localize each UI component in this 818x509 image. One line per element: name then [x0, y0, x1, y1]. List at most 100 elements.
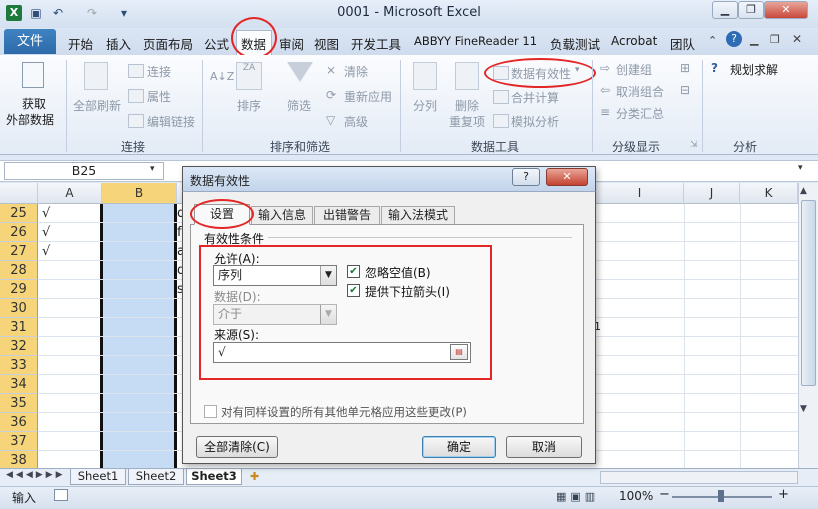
cell-a[interactable] — [38, 337, 102, 356]
row-header[interactable]: 32 — [0, 337, 38, 356]
column-header-i[interactable]: I — [596, 183, 684, 204]
row-header[interactable]: 27 — [0, 242, 38, 261]
row-header[interactable]: 31 — [0, 318, 38, 337]
dialog-help-button[interactable]: ? — [512, 168, 540, 186]
row-header[interactable]: 37 — [0, 432, 38, 451]
cell-a[interactable]: √ — [38, 242, 102, 261]
cancel-button[interactable]: 取消 — [506, 436, 582, 458]
row-header[interactable]: 25 — [0, 204, 38, 223]
solver-button[interactable]: 规划求解 — [730, 61, 778, 78]
ok-button[interactable]: 确定 — [422, 436, 496, 458]
ungroup-button[interactable]: 取消组合 — [616, 83, 664, 100]
cell-a[interactable] — [38, 394, 102, 413]
zoom-slider-thumb[interactable] — [718, 490, 724, 502]
tab-team[interactable]: 团队 — [670, 34, 695, 53]
sort-az-icon[interactable]: A↓Z — [210, 70, 234, 83]
column-header-a[interactable]: A — [38, 183, 102, 204]
row-header[interactable]: 29 — [0, 280, 38, 299]
sheet-tab-1[interactable]: Sheet1 — [70, 469, 126, 485]
row-header[interactable]: 33 — [0, 356, 38, 375]
tab-acrobat[interactable]: Acrobat — [611, 34, 657, 48]
tab-developer[interactable]: 开发工具 — [351, 34, 401, 53]
dialog-tab-input-message[interactable]: 输入信息 — [251, 206, 313, 224]
zoom-out-button[interactable]: − — [659, 487, 670, 502]
tab-view[interactable]: 视图 — [314, 34, 339, 53]
clear-button[interactable]: 清除 — [344, 63, 368, 80]
group-button[interactable]: 创建组 — [616, 61, 652, 78]
zoom-in-button[interactable]: + — [778, 487, 789, 502]
get-external-data-label1[interactable]: 获取 — [22, 95, 46, 112]
cell-a[interactable] — [38, 261, 102, 280]
expand-formula-bar-icon[interactable]: ▾ — [798, 163, 803, 173]
scroll-thumb[interactable] — [801, 200, 816, 386]
sort-button[interactable]: 排序 — [237, 97, 261, 114]
tab-insert[interactable]: 插入 — [106, 34, 131, 53]
text-to-columns-button[interactable]: 分列 — [413, 97, 437, 114]
row-header[interactable]: 26 — [0, 223, 38, 242]
refresh-all-button[interactable]: 全部刷新 — [73, 97, 121, 114]
consolidate-button[interactable]: 合并计算 — [511, 89, 559, 106]
sheet-nav-icons[interactable]: ◀◀◀▶▶▶ — [6, 470, 66, 480]
tab-abbyy[interactable]: ABBYY FineReader 11 — [414, 34, 537, 48]
reapply-button[interactable]: 重新应用 — [344, 88, 392, 105]
row-header[interactable]: 34 — [0, 375, 38, 394]
row-header[interactable]: 30 — [0, 299, 38, 318]
connections-button[interactable]: 连接 — [147, 63, 171, 80]
help-icon[interactable]: ? — [726, 31, 742, 47]
cell-a[interactable] — [38, 356, 102, 375]
get-external-data-label2[interactable]: 外部数据 — [6, 111, 54, 128]
what-if-analysis-button[interactable]: 模拟分析 — [511, 113, 559, 130]
insert-sheet-icon[interactable]: ✚ — [250, 470, 259, 483]
scroll-down-icon[interactable]: ▼ — [800, 404, 807, 414]
minimize-ribbon-icon[interactable]: ⌃ — [708, 34, 717, 47]
remove-duplicates-label2[interactable]: 重复项 — [449, 113, 485, 130]
dialog-tab-ime-mode[interactable]: 输入法模式 — [381, 206, 455, 224]
cell-a[interactable] — [38, 413, 102, 432]
show-detail-icon[interactable]: ⊞ — [680, 61, 690, 75]
apply-all-checkbox[interactable] — [204, 405, 217, 418]
dialog-tab-error-alert[interactable]: 出错警告 — [314, 206, 380, 224]
cell-a[interactable]: √ — [38, 223, 102, 242]
workbook-minimize-icon[interactable]: ▁ — [750, 33, 758, 46]
tab-file[interactable]: 文件 — [4, 29, 56, 54]
tab-load-test[interactable]: 负载测试 — [550, 34, 600, 53]
sheet-tab-3[interactable]: Sheet3 — [186, 469, 242, 485]
tab-home[interactable]: 开始 — [68, 34, 93, 53]
tab-review[interactable]: 审阅 — [279, 34, 304, 53]
advanced-button[interactable]: 高级 — [344, 113, 368, 130]
row-header[interactable]: 35 — [0, 394, 38, 413]
workbook-close-icon[interactable]: ✕ — [792, 32, 802, 46]
sheet-tab-2[interactable]: Sheet2 — [128, 469, 184, 485]
column-header-k[interactable]: K — [740, 183, 798, 204]
cell-a[interactable]: √ — [38, 204, 102, 223]
row-header[interactable]: 36 — [0, 413, 38, 432]
cell-a[interactable] — [38, 280, 102, 299]
select-all-corner[interactable] — [0, 183, 38, 204]
cell-a[interactable] — [38, 432, 102, 451]
cell-a[interactable] — [38, 318, 102, 337]
dialog-close-button[interactable]: ✕ — [546, 168, 588, 186]
clear-all-button[interactable]: 全部清除(C) — [196, 436, 278, 458]
row-header[interactable]: 28 — [0, 261, 38, 280]
name-box[interactable]: B25 — [4, 162, 164, 180]
horizontal-scrollbar[interactable] — [600, 471, 798, 484]
name-box-dropdown-icon[interactable]: ▾ — [150, 164, 155, 174]
cell-a[interactable] — [38, 375, 102, 394]
maximize-button[interactable]: ❐ — [738, 1, 764, 19]
tab-formulas[interactable]: 公式 — [204, 34, 229, 53]
zoom-level[interactable]: 100% — [619, 489, 653, 503]
view-mode-icons[interactable]: ▦▣▥ — [556, 490, 599, 503]
cell-a[interactable] — [38, 299, 102, 318]
macro-record-icon[interactable] — [54, 489, 68, 501]
edit-links-button[interactable]: 编辑链接 — [147, 113, 195, 130]
minimize-button[interactable]: ▁ — [712, 1, 738, 19]
scroll-up-icon[interactable]: ▲ — [800, 186, 807, 196]
subtotal-button[interactable]: 分类汇总 — [616, 105, 664, 122]
remove-duplicates-label1[interactable]: 删除 — [455, 97, 479, 114]
tab-page-layout[interactable]: 页面布局 — [143, 34, 193, 53]
column-header-b[interactable]: B — [102, 183, 177, 204]
close-window-button[interactable]: ✕ — [764, 1, 808, 19]
column-header-j[interactable]: J — [684, 183, 740, 204]
outline-launcher-icon[interactable]: ⇲ — [690, 140, 698, 150]
workbook-restore-icon[interactable]: ❐ — [770, 33, 780, 46]
